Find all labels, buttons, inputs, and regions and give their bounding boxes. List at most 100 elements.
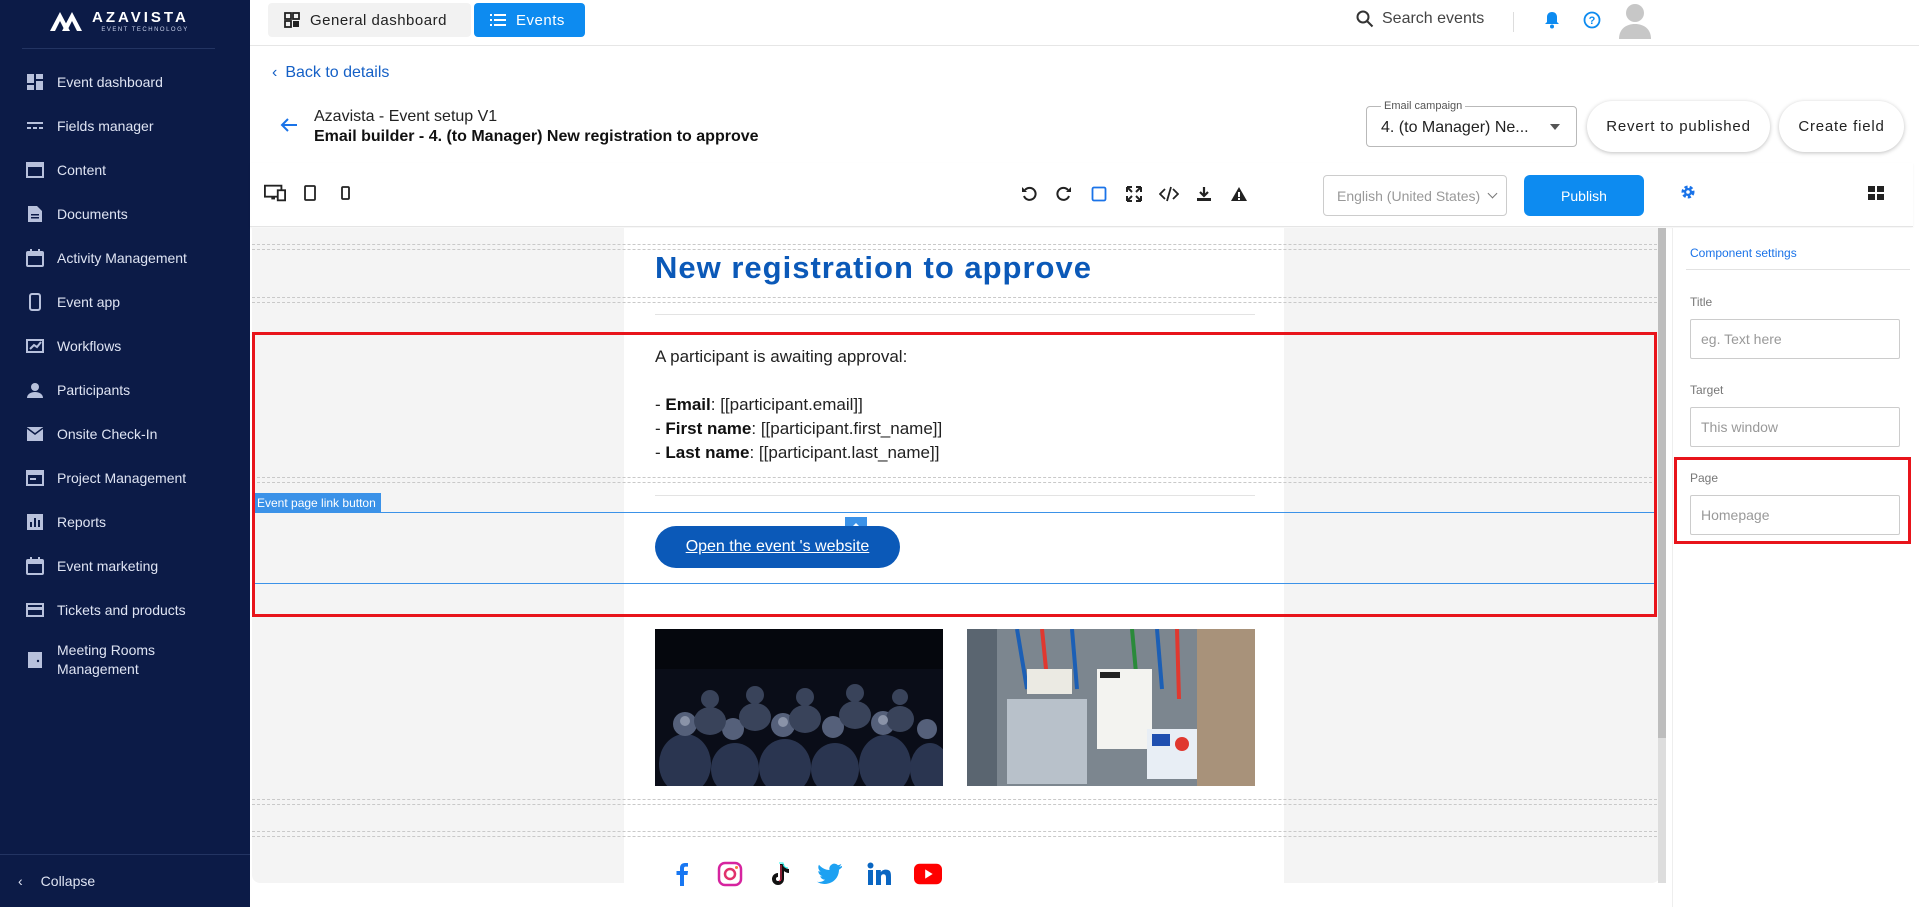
code-icon[interactable] [1158,183,1180,205]
warning-icon[interactable] [1228,183,1250,205]
sidebar-item-participants[interactable]: Participants [0,368,250,412]
field-name: Email [665,395,711,414]
brand-name: AZAVISTA [92,8,189,26]
selected-block-tag: Event page link button [252,493,381,512]
download-icon[interactable] [1193,183,1215,205]
facebook-icon[interactable] [668,860,696,888]
sidebar-item-label: Activity Management [57,249,187,266]
undo-icon[interactable] [1018,183,1040,205]
sidebar-item-event-app[interactable]: Event app [0,280,250,324]
sidebar-item-project-management[interactable]: Project Management [0,456,250,500]
page-input[interactable]: Homepage [1690,495,1900,535]
tablet-view-icon[interactable] [299,182,321,204]
sidebar-item-event-dashboard[interactable]: Event dashboard [0,60,250,104]
target-input[interactable]: This window [1690,407,1900,447]
sidebar-item-label: Reports [57,513,107,530]
card-icon [25,600,45,620]
component-settings-title[interactable]: Component settings [1690,246,1797,260]
search-label: Search events [1382,10,1485,27]
collapse-button[interactable]: ‹ Collapse [18,873,95,889]
sidebar-item-label: Tickets and products [57,601,186,618]
sidebar-item-fields-manager[interactable]: Fields manager [0,104,250,148]
row-boundary [252,836,1657,837]
svg-text:?: ? [1589,15,1596,27]
top-separator [1513,12,1514,32]
email-campaign-select[interactable]: Email campaign 4. (to Manager) Ne... [1366,100,1577,147]
room-icon [25,650,45,670]
sidebar-item-activity-management[interactable]: Activity Management [0,236,250,280]
brand-logo[interactable]: AZAVISTA EVENT TECHNOLOGY [48,6,208,36]
email-field-row[interactable]: - Email: [[participant.email]] [655,395,863,415]
back-to-details-link[interactable]: ‹ Back to details [272,64,389,82]
blocks-panel-icon[interactable] [1868,186,1884,205]
sidebar-divider [0,854,250,855]
email-field-row[interactable]: - Last name: [[participant.last_name]] [655,443,939,463]
fields-icon [25,116,45,136]
chevron-left-icon: ‹ [18,873,23,889]
email-field-row[interactable]: - First name: [[participant.first_name]] [655,419,942,439]
youtube-icon[interactable] [914,860,942,888]
sidebar-nav: Event dashboard Fields manager Content D… [0,60,250,688]
desktop-view-icon[interactable] [264,182,286,204]
grid-icon [284,12,300,28]
collapse-label: Collapse [40,873,96,889]
avatar[interactable] [1618,1,1652,39]
tab-general-dashboard[interactable]: General dashboard [268,3,471,37]
field-name: First name [665,419,752,438]
project-icon [25,468,45,488]
sidebar-divider [22,48,215,49]
email-intro[interactable]: A participant is awaiting approval: [655,347,907,367]
sidebar: AZAVISTA EVENT TECHNOLOGY Event dashboar… [0,0,250,907]
field-value: : [[participant.last_name]] [749,443,940,462]
sidebar-item-meeting-rooms-management[interactable]: Meeting Rooms Management [0,632,250,688]
tab-events[interactable]: Events [474,3,585,37]
sidebar-item-label: Event app [57,293,121,310]
workflow-icon [25,336,45,356]
search-events[interactable]: Search events [1356,10,1484,28]
linkedin-icon[interactable] [865,860,893,888]
sidebar-item-label: Project Management [57,469,187,486]
fullscreen-icon[interactable] [1123,183,1145,205]
sidebar-item-onsite-check-in[interactable]: Onsite Check-In [0,412,250,456]
row-boundary [252,302,1657,303]
revert-to-published-button[interactable]: Revert to published [1587,101,1770,152]
email-campaign-label: Email campaign [1381,100,1466,112]
gear-icon[interactable] [1679,183,1697,206]
sidebar-item-event-marketing[interactable]: Event marketing [0,544,250,588]
sidebar-item-label: Event dashboard [57,73,163,90]
email-divider [655,495,1255,496]
instagram-icon[interactable] [716,860,744,888]
audience-photo[interactable] [655,629,943,786]
publish-button[interactable]: Publish [1524,175,1644,216]
row-boundary [252,804,1657,805]
redo-icon[interactable] [1053,183,1075,205]
app-root: AZAVISTA EVENT TECHNOLOGY Event dashboar… [0,0,1919,907]
azavista-logo-icon [50,12,82,31]
create-field-button[interactable]: Create field [1779,101,1904,152]
document-icon [25,204,45,224]
list-icon [490,13,506,27]
arrow-back-icon[interactable] [280,117,298,138]
tiktok-icon[interactable] [766,860,794,888]
sidebar-item-content[interactable]: Content [0,148,250,192]
bell-icon[interactable] [1544,11,1560,34]
row-boundary [252,297,1657,298]
canvas-scroll-thumb[interactable] [1658,228,1666,738]
sidebar-item-documents[interactable]: Documents [0,192,250,236]
mobile-view-icon[interactable] [334,182,356,204]
sidebar-item-workflows[interactable]: Workflows [0,324,250,368]
page-field-label: Page [1690,471,1719,485]
open-website-button[interactable]: Open the event 's website [655,526,900,568]
twitter-icon[interactable] [816,860,844,888]
badges-photo[interactable] [967,629,1255,786]
calendar-icon [25,556,45,576]
tab-label: Events [516,11,565,29]
email-heading[interactable]: New registration to approve [655,250,1092,286]
field-name: Last name [665,443,750,462]
language-select[interactable]: English (United States) [1323,175,1507,216]
title-input[interactable]: eg. Text here [1690,319,1900,359]
sidebar-item-reports[interactable]: Reports [0,500,250,544]
help-icon[interactable]: ? [1583,11,1601,34]
sidebar-item-tickets-and-products[interactable]: Tickets and products [0,588,250,632]
component-outline-icon[interactable] [1088,183,1110,205]
